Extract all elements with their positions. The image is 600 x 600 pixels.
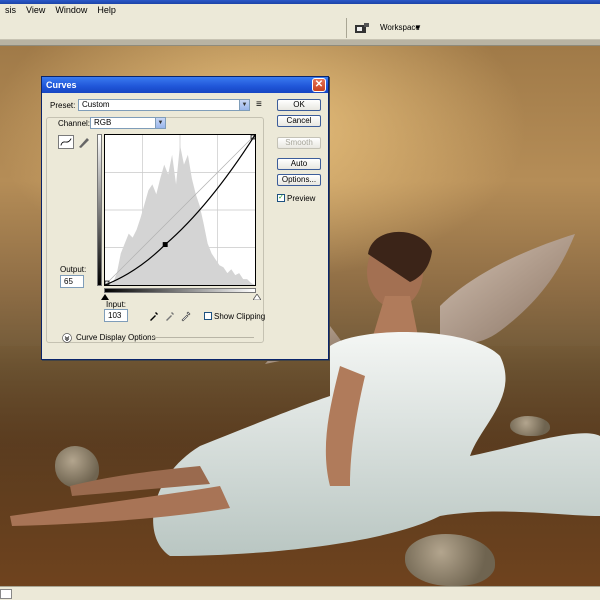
input-field[interactable]: 103: [104, 309, 128, 322]
dialog-title: Curves: [46, 80, 77, 90]
white-point-slider-icon[interactable]: [253, 294, 261, 300]
ok-button[interactable]: OK: [277, 99, 321, 111]
black-eyedropper-icon[interactable]: [148, 310, 160, 322]
histogram: [105, 144, 255, 285]
channel-select[interactable]: RGB ▼: [90, 117, 166, 129]
input-label: Input:: [106, 300, 127, 309]
options-bar: Workspace ▼: [0, 16, 600, 40]
dialog-title-bar[interactable]: Curves ✕: [42, 77, 328, 93]
pencil-icon[interactable]: [76, 135, 92, 149]
channel-label: Channel:: [58, 119, 91, 128]
options-divider: [152, 337, 254, 338]
curves-dialog: Curves ✕ Preset: Custom ▼ ≡ Channel: RGB…: [41, 76, 329, 360]
menu-item-analysis[interactable]: sis: [0, 5, 21, 15]
curve-control-point[interactable]: [162, 242, 168, 248]
output-field[interactable]: 65: [60, 275, 84, 288]
show-clipping-label: Show Clipping: [214, 312, 266, 321]
chevron-down-icon[interactable]: ▼: [239, 100, 249, 110]
options-button[interactable]: Options...: [277, 174, 321, 186]
chevron-down-icon[interactable]: ▼: [414, 23, 422, 32]
workspace-icon[interactable]: [354, 21, 370, 35]
curve-point-tool-icon[interactable]: [58, 135, 74, 149]
close-icon[interactable]: ✕: [312, 78, 326, 92]
preset-select[interactable]: Custom ▼: [78, 99, 250, 111]
preview-label: Preview: [287, 194, 316, 203]
status-zoom-box[interactable]: [0, 589, 12, 599]
chevron-down-icon[interactable]: ▼: [155, 118, 165, 128]
curve-display-options-label[interactable]: Curve Display Options: [76, 333, 156, 342]
auto-button[interactable]: Auto: [277, 158, 321, 170]
cancel-button[interactable]: Cancel: [277, 115, 321, 127]
options-separator: [346, 18, 347, 38]
white-eyedropper-icon[interactable]: [180, 310, 192, 322]
preview-checkbox[interactable]: ✓: [277, 194, 285, 202]
preset-value: Custom: [82, 100, 110, 109]
status-bar: [0, 586, 600, 600]
gray-eyedropper-icon[interactable]: [164, 310, 176, 322]
menu-item-window[interactable]: Window: [50, 5, 92, 15]
output-label: Output:: [60, 265, 87, 274]
channel-value: RGB: [94, 118, 112, 127]
menu-item-help[interactable]: Help: [92, 5, 121, 15]
preset-menu-icon[interactable]: ≡: [256, 99, 262, 110]
smooth-button[interactable]: Smooth: [277, 137, 321, 149]
output-gradient-bar: [97, 134, 102, 286]
show-clipping-checkbox[interactable]: [204, 312, 212, 320]
input-gradient-bar: [104, 288, 256, 293]
preset-label: Preset:: [50, 101, 76, 110]
menu-item-view[interactable]: View: [21, 5, 50, 15]
curve-graph[interactable]: [104, 134, 256, 286]
expand-options-icon[interactable]: [62, 333, 72, 343]
menu-bar: sis View Window Help: [0, 4, 600, 16]
